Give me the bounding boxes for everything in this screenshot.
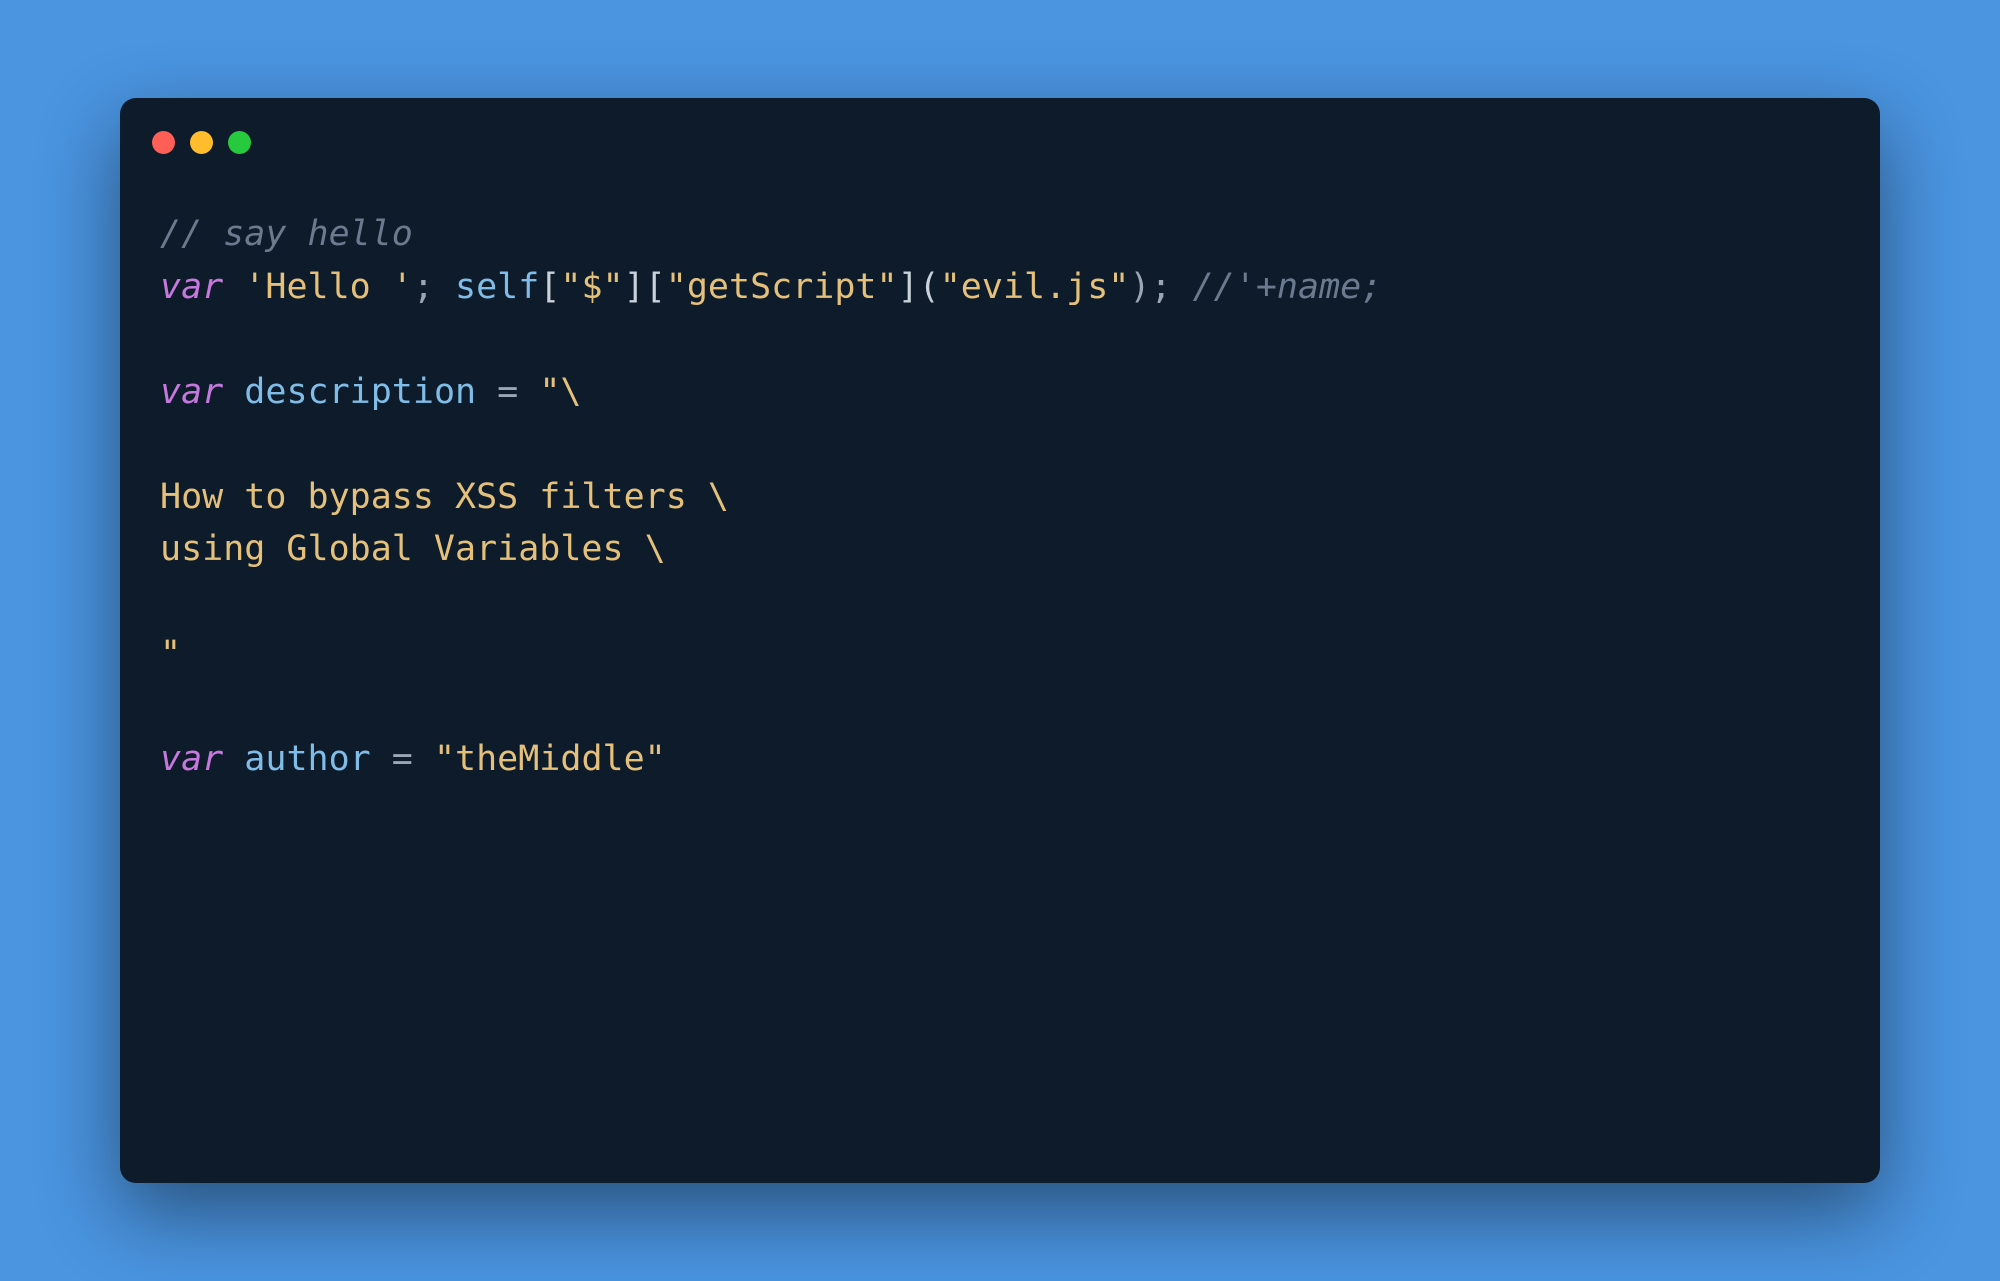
code-comment: // say hello: [160, 214, 413, 254]
maximize-icon[interactable]: [228, 131, 251, 154]
code-punct: );: [1129, 267, 1192, 307]
minimize-icon[interactable]: [190, 131, 213, 154]
code-string: using Global Variables \: [160, 529, 666, 569]
window-titlebar: [120, 98, 1880, 158]
code-punct: ;: [413, 267, 455, 307]
code-string: "theMiddle": [434, 739, 666, 779]
code-comment: //'+name;: [1193, 267, 1383, 307]
code-identifier: author: [244, 739, 370, 779]
code-string: "evil.js": [940, 267, 1130, 307]
close-icon[interactable]: [152, 131, 175, 154]
code-keyword: var: [160, 267, 223, 307]
code-string: "$": [560, 267, 623, 307]
code-string: 'Hello ': [244, 267, 413, 307]
code-string: ": [160, 634, 181, 674]
code-text: [223, 267, 244, 307]
code-text: [223, 372, 244, 412]
code-string: "\: [539, 372, 581, 412]
code-punct: ](: [898, 267, 940, 307]
code-punct: =: [371, 739, 434, 779]
code-identifier: description: [244, 372, 476, 412]
code-keyword: var: [160, 739, 223, 779]
code-window: // say hello var 'Hello '; self["$"]["ge…: [120, 98, 1880, 1183]
code-string: "getScript": [666, 267, 898, 307]
code-editor: // say hello var 'Hello '; self["$"]["ge…: [120, 158, 1880, 826]
code-text: [223, 739, 244, 779]
code-identifier: self: [455, 267, 539, 307]
code-keyword: var: [160, 372, 223, 412]
code-punct: =: [476, 372, 539, 412]
code-punct: ][: [624, 267, 666, 307]
code-punct: [: [539, 267, 560, 307]
code-string: How to bypass XSS filters \: [160, 477, 729, 517]
